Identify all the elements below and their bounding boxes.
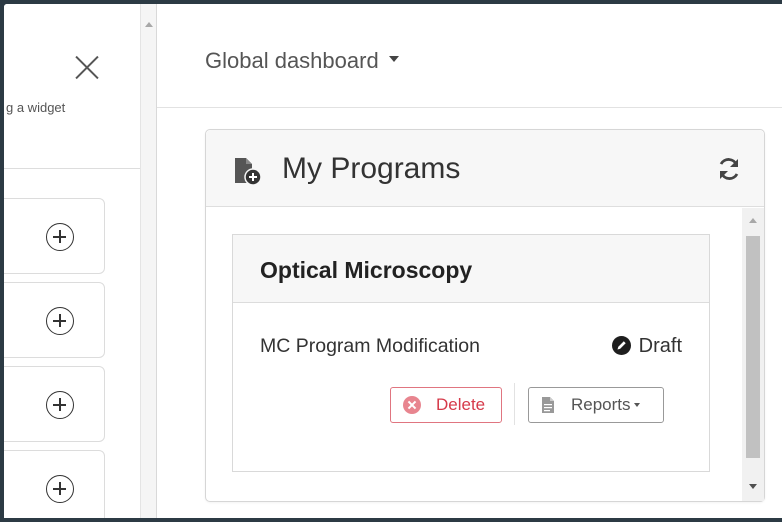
caret-down-icon bbox=[633, 403, 640, 407]
add-widget-panel: g a widget bbox=[4, 4, 156, 518]
app-window: g a widget Global dashboard My Programs … bbox=[4, 4, 782, 518]
document-icon bbox=[542, 397, 554, 413]
dashboard-content: My Programs Optical Microscopy MC Progra… bbox=[157, 109, 782, 518]
widget-option-card bbox=[4, 282, 105, 358]
delete-circle-icon bbox=[403, 396, 421, 414]
button-separator bbox=[514, 383, 515, 425]
scroll-up-arrow-icon[interactable] bbox=[145, 22, 153, 27]
scroll-up-arrow-icon[interactable] bbox=[749, 218, 757, 223]
add-widget-plus-icon[interactable] bbox=[46, 307, 74, 335]
add-widget-plus-icon[interactable] bbox=[46, 475, 74, 503]
program-status-label: Draft bbox=[638, 335, 682, 357]
program-card: Optical Microscopy MC Program Modificati… bbox=[232, 234, 710, 472]
program-status: Draft bbox=[611, 335, 682, 358]
widget-title: My Programs bbox=[282, 152, 461, 185]
panel-scrollbar[interactable] bbox=[140, 4, 156, 518]
reports-dropdown-button[interactable]: Reports bbox=[528, 387, 664, 423]
delete-button-label: Delete bbox=[436, 395, 486, 414]
my-programs-widget: My Programs Optical Microscopy MC Progra… bbox=[205, 129, 765, 502]
close-icon[interactable] bbox=[74, 54, 100, 80]
program-add-icon bbox=[235, 158, 262, 186]
panel-hint-text: g a widget bbox=[6, 100, 66, 115]
program-name[interactable]: MC Program Modification bbox=[260, 335, 480, 358]
refresh-icon[interactable] bbox=[716, 156, 742, 182]
widget-scrollbar[interactable] bbox=[742, 208, 764, 501]
caret-down-icon bbox=[388, 56, 399, 63]
dashboard-selector-label: Global dashboard bbox=[205, 48, 379, 73]
scrollbar-thumb[interactable] bbox=[746, 236, 760, 458]
add-widget-plus-icon[interactable] bbox=[46, 391, 74, 419]
pencil-circle-icon bbox=[611, 336, 631, 355]
widget-header: My Programs bbox=[206, 130, 764, 207]
program-card-heading: Optical Microscopy bbox=[233, 235, 709, 303]
widget-option-card bbox=[4, 366, 105, 442]
delete-button[interactable]: Delete bbox=[390, 387, 502, 423]
widget-option-card bbox=[4, 450, 105, 518]
dashboard-header: Global dashboard bbox=[157, 4, 782, 108]
reports-button-label: Reports bbox=[571, 395, 631, 414]
scroll-down-arrow-icon[interactable] bbox=[749, 484, 757, 489]
widget-option-card bbox=[4, 198, 105, 274]
widget-body: Optical Microscopy MC Program Modificati… bbox=[206, 208, 764, 501]
panel-divider bbox=[4, 168, 140, 169]
dashboard-selector[interactable]: Global dashboard bbox=[205, 48, 399, 74]
add-widget-plus-icon[interactable] bbox=[46, 223, 74, 251]
